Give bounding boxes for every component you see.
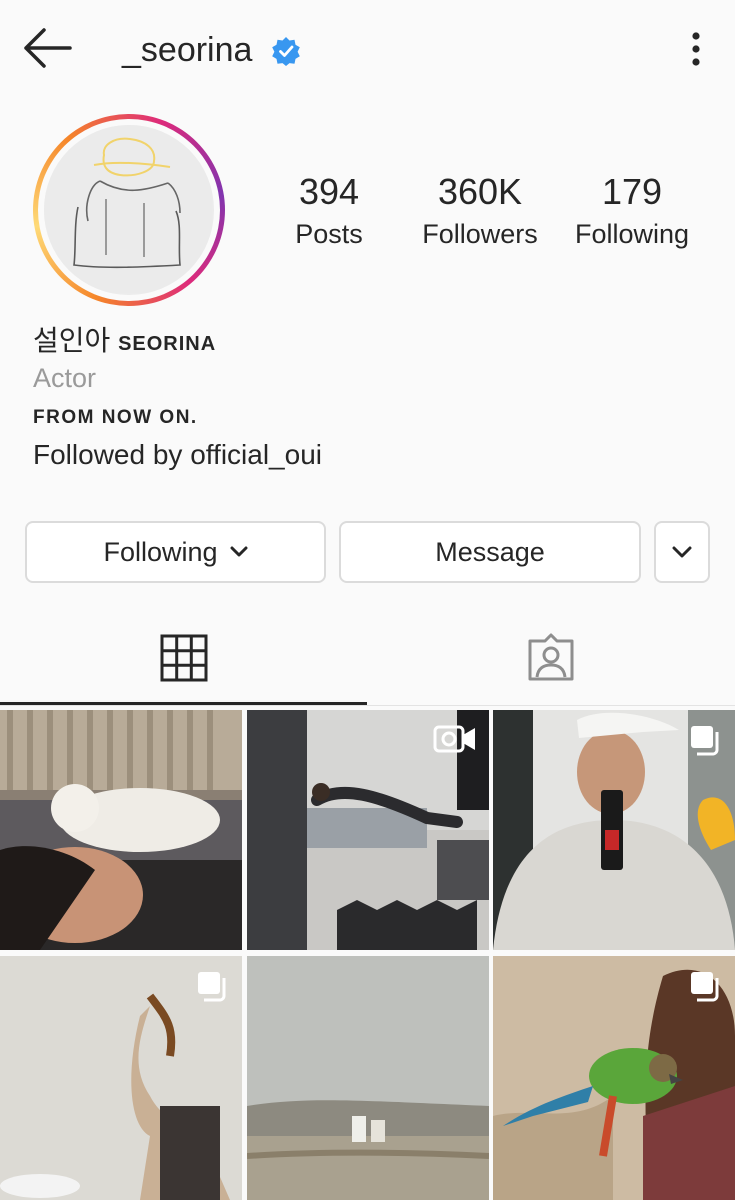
message-button-label: Message (435, 536, 545, 567)
followers-count: 360K (437, 171, 523, 212)
following-label: Following (574, 219, 690, 249)
following-button[interactable]: Following (25, 521, 326, 583)
chevron-down-icon (230, 546, 248, 557)
message-button[interactable]: Message (339, 521, 641, 583)
posts-label: Posts (295, 219, 363, 249)
tab-tagged[interactable] (367, 610, 735, 706)
grid-post[interactable] (247, 956, 489, 1200)
grid-post[interactable] (493, 710, 735, 950)
posts-stat[interactable]: 394 Posts (288, 170, 370, 252)
followers-label: Followers (422, 219, 538, 249)
followed-by-prefix: Followed by (33, 439, 183, 470)
video-icon (433, 725, 475, 753)
story-ring[interactable] (33, 114, 225, 306)
profile-header: _seorina (0, 0, 735, 100)
profile-tabs (0, 610, 735, 706)
grid-post[interactable] (0, 956, 242, 1200)
profile-name-korean: 설인아 (33, 325, 111, 356)
more-vertical-icon (692, 32, 700, 66)
grid-post[interactable] (247, 710, 489, 950)
grid-post[interactable] (0, 710, 242, 950)
carousel-icon (691, 726, 719, 756)
avatar (44, 125, 214, 295)
grid-icon (160, 634, 207, 682)
followed-by[interactable]: Followed by official_oui (33, 436, 322, 474)
back-button[interactable] (20, 26, 76, 70)
carousel-icon (198, 972, 226, 1002)
more-options-button[interactable] (684, 28, 708, 72)
followed-by-user[interactable]: official_oui (190, 439, 322, 470)
following-button-label: Following (103, 536, 218, 567)
following-count: 179 (601, 171, 663, 212)
posts-grid (0, 710, 735, 1200)
profile-name: 설인아 SEORINA (33, 322, 216, 363)
suggested-dropdown-button[interactable] (654, 521, 710, 583)
profile-username: _seorina (122, 31, 253, 69)
tab-active-indicator (0, 702, 367, 705)
profile-name-english: SEORINA (118, 333, 217, 355)
carousel-icon (691, 972, 719, 1002)
profile-bio: FROM NOW ON. (33, 407, 198, 428)
arrow-left-icon (24, 28, 72, 68)
profile-category: Actor (33, 363, 97, 393)
tagged-person-icon (528, 633, 574, 681)
tab-grid[interactable] (0, 610, 367, 706)
followers-stat[interactable]: 360K Followers (416, 170, 544, 252)
posts-count: 394 (298, 171, 360, 212)
chevron-down-icon (672, 546, 692, 558)
verified-badge-icon (271, 36, 301, 66)
following-stat[interactable]: 179 Following (566, 170, 698, 252)
grid-post[interactable] (493, 956, 735, 1200)
